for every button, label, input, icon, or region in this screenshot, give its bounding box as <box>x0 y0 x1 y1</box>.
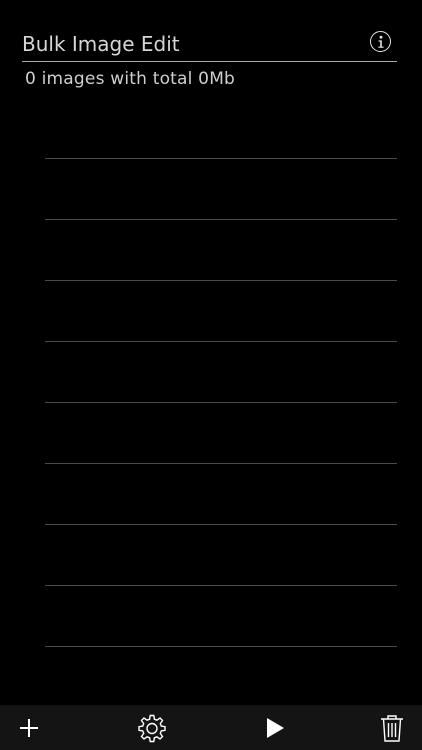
list-item[interactable] <box>45 586 397 647</box>
gear-icon <box>138 714 166 743</box>
add-icon <box>20 719 38 737</box>
list-item[interactable] <box>45 525 397 586</box>
list-item[interactable] <box>45 403 397 464</box>
play-button[interactable] <box>259 712 291 744</box>
info-button[interactable] <box>370 31 391 52</box>
image-list[interactable] <box>45 98 397 647</box>
settings-button[interactable] <box>136 712 168 744</box>
list-item[interactable] <box>45 159 397 220</box>
list-item[interactable] <box>45 464 397 525</box>
list-item[interactable] <box>45 220 397 281</box>
app-header: Bulk Image Edit <box>22 28 397 62</box>
image-summary: 0 images with total 0Mb <box>25 69 236 89</box>
delete-button[interactable] <box>376 712 408 744</box>
page-title: Bulk Image Edit <box>22 32 180 56</box>
list-item[interactable] <box>45 98 397 159</box>
info-icon <box>377 35 384 48</box>
bottom-toolbar <box>0 705 422 750</box>
trash-icon <box>381 715 403 742</box>
play-icon <box>267 718 284 738</box>
add-button[interactable] <box>13 712 45 744</box>
list-item[interactable] <box>45 281 397 342</box>
list-item[interactable] <box>45 342 397 403</box>
